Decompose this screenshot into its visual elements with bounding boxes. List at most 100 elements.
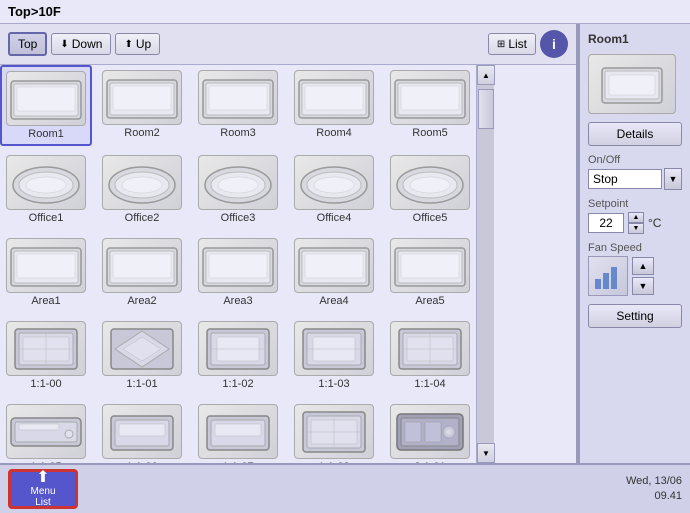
grid-item-area4[interactable]: Area4	[288, 233, 380, 312]
title-bar: Top>10F	[0, 0, 690, 24]
device-icon-ceiling_flat2	[6, 238, 86, 293]
down-button[interactable]: ⬇ Down	[51, 33, 111, 55]
scroll-up-button[interactable]: ▲	[477, 65, 495, 85]
on-off-label: On/Off	[588, 154, 682, 166]
setpoint-row: 22 ▲ ▼ °C	[588, 212, 682, 234]
setting-button-label: Setting	[616, 309, 653, 323]
device-label: Area5	[415, 295, 444, 307]
grid-item-u1107[interactable]: 1:1-07	[192, 399, 284, 463]
grid-item-room5[interactable]: Room5	[384, 65, 476, 146]
scroll-track	[477, 85, 494, 443]
left-panel: Top ⬇ Down ⬆ Up ⊞ List i	[0, 24, 578, 463]
room-preview-icon	[588, 54, 676, 114]
setpoint-unit: °C	[648, 216, 661, 230]
device-label: Office2	[125, 212, 160, 224]
setpoint-down-button[interactable]: ▼	[628, 223, 644, 234]
setpoint-spinners: ▲ ▼	[628, 212, 644, 234]
device-icon-cassette_2way	[198, 321, 278, 376]
device-icon-wall_unit	[6, 404, 86, 459]
menu-list-label: Menu	[30, 487, 55, 497]
breadcrumb: Top>10F	[8, 4, 61, 19]
up-button-label: Up	[136, 37, 151, 51]
grid-item-u1108[interactable]: 1:1-08	[288, 399, 380, 463]
device-icon-cassette_4way2	[390, 321, 470, 376]
grid-item-area2[interactable]: Area2	[96, 233, 188, 312]
details-button[interactable]: Details	[588, 122, 682, 146]
device-icon-duct_unit	[390, 404, 470, 459]
menu-list-arrow-icon: ⬆	[36, 470, 49, 486]
date-text: Wed, 13/06	[626, 474, 682, 489]
fan-speed-icon	[588, 256, 628, 296]
device-label: Office1	[29, 212, 64, 224]
selected-room-title: Room1	[588, 32, 682, 46]
setpoint-up-button[interactable]: ▲	[628, 212, 644, 223]
device-label: 1:1-02	[222, 378, 253, 390]
grid-item-area5[interactable]: Area5	[384, 233, 476, 312]
grid-item-u2101[interactable]: 2:1-01	[384, 399, 476, 463]
device-label: Room5	[412, 127, 447, 139]
grid-item-office2[interactable]: Office2	[96, 150, 188, 229]
grid-area: Room1 Room2 Room3 Room4 Room5 Offic	[0, 65, 576, 463]
device-label: 1:1-04	[414, 378, 445, 390]
grid-item-u1101[interactable]: 1:1-01	[96, 316, 188, 395]
device-label: Office5	[413, 212, 448, 224]
grid-item-office4[interactable]: Office4	[288, 150, 380, 229]
grid-item-u1105[interactable]: 1:1-05	[0, 399, 92, 463]
grid-item-u1106[interactable]: 1:1-06	[96, 399, 188, 463]
device-icon-cassette_1way2	[198, 404, 278, 459]
setpoint-section: Setpoint 22 ▲ ▼ °C	[588, 198, 682, 234]
device-icon-ceiling_flat	[198, 70, 278, 125]
grid-item-u1102[interactable]: 1:1-02	[192, 316, 284, 395]
on-off-dropdown-button[interactable]: ▼	[664, 168, 682, 190]
device-icon-ceiling_flat	[390, 70, 470, 125]
grid-item-u1103[interactable]: 1:1-03	[288, 316, 380, 395]
device-label: 1:1-00	[30, 378, 61, 390]
time-text: 09.41	[626, 489, 682, 504]
menu-list-button[interactable]: ⬆ Menu List	[8, 469, 78, 509]
details-button-label: Details	[617, 127, 654, 141]
scroll-down-button[interactable]: ▼	[477, 443, 495, 463]
grid-item-office1[interactable]: Office1	[0, 150, 92, 229]
device-icon-ceiling_flat	[102, 70, 182, 125]
setting-button[interactable]: Setting	[588, 304, 682, 328]
main-container: Top>10F Top ⬇ Down ⬆ Up ⊞	[0, 0, 690, 513]
device-icon-cassette_2way2	[294, 321, 374, 376]
fan-speed-controls: ▲ ▼	[632, 257, 654, 295]
top-button[interactable]: Top	[8, 32, 47, 56]
device-label: Room2	[124, 127, 159, 139]
grid-item-office3[interactable]: Office3	[192, 150, 284, 229]
list-button[interactable]: ⊞ List	[488, 33, 536, 55]
on-off-section: On/Off Stop ▼	[588, 154, 682, 190]
device-icon-cassette_4way3	[294, 404, 374, 459]
up-button[interactable]: ⬆ Up	[115, 33, 160, 55]
device-icon-ceiling_flat	[294, 70, 374, 125]
grid-item-room4[interactable]: Room4	[288, 65, 380, 146]
device-label: Office3	[221, 212, 256, 224]
grid-item-area1[interactable]: Area1	[0, 233, 92, 312]
device-label: Room3	[220, 127, 255, 139]
device-icon-ceiling_round	[102, 155, 182, 210]
grid-item-office5[interactable]: Office5	[384, 150, 476, 229]
fan-speed-area: ▲ ▼	[588, 256, 682, 296]
grid-item-area3[interactable]: Area3	[192, 233, 284, 312]
grid-item-room2[interactable]: Room2	[96, 65, 188, 146]
grid-item-room1[interactable]: Room1	[0, 65, 92, 146]
content-area: Top ⬇ Down ⬆ Up ⊞ List i	[0, 24, 690, 463]
fan-speed-down-button[interactable]: ▼	[632, 277, 654, 295]
fan-speed-up-button[interactable]: ▲	[632, 257, 654, 275]
device-icon-ceiling_flat2	[294, 238, 374, 293]
device-label: Room1	[28, 128, 63, 140]
device-label: Area3	[223, 295, 252, 307]
device-label: Office4	[317, 212, 352, 224]
list-button-label: List	[508, 37, 527, 51]
info-button[interactable]: i	[540, 30, 568, 58]
fan-speed-label: Fan Speed	[588, 242, 682, 254]
grid-item-u1100[interactable]: 1:1-00	[0, 316, 92, 395]
grid-item-u1104[interactable]: 1:1-04	[384, 316, 476, 395]
device-icon-ceiling_round	[198, 155, 278, 210]
device-icon-ceiling_round	[294, 155, 374, 210]
scroll-thumb[interactable]	[478, 89, 494, 129]
grid-item-room3[interactable]: Room3	[192, 65, 284, 146]
device-icon-ceiling_flat	[6, 71, 86, 126]
vertical-scrollbar: ▲ ▼	[476, 65, 494, 463]
